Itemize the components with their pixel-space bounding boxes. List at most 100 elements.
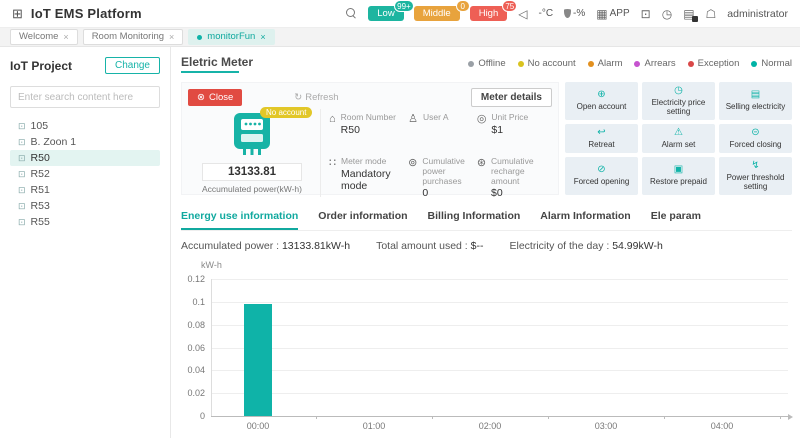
action-button-grid: ⊕ Open account ◷ Electricity price setting ▤… [565, 82, 792, 195]
cart-icon: ⊚ [408, 157, 418, 169]
sidebar: IoT Project Change ⊡ 105 ⊡ B. Zoon 1 ⊡ R50 ⊡ R5… [0, 47, 171, 438]
legend-dot [468, 60, 475, 67]
gridline [211, 347, 788, 349]
gridline [211, 324, 788, 326]
field-value: $1 [491, 123, 504, 136]
action-label: Forced closing [729, 139, 782, 149]
y-tick-label: 0.04 [187, 365, 205, 376]
summary-row: Accumulated power : 13133.81kW-h Total am… [181, 240, 792, 252]
legend-exception: Exception [687, 58, 739, 69]
tree-item-b-zoon-1[interactable]: ⊡ B. Zoon 1 [10, 134, 160, 150]
alarm-set-button[interactable]: ⚠ Alarm set [642, 124, 715, 153]
summary-value: $-- [470, 240, 484, 252]
selling-electricity-button[interactable]: ▤ Selling electricity [719, 82, 792, 121]
power-threshold-icon: ↯ [751, 159, 760, 171]
retreat-button[interactable]: ↩ Retreat [565, 124, 638, 153]
alarm-badge-label: Middle [422, 8, 451, 19]
app-header: ⊞ IoT EMS Platform Low 99+ Middle 0 High 75 ◁… [0, 0, 800, 28]
y-tick-label: 0 [199, 411, 205, 421]
tab-energy-use-information[interactable]: Energy use information [181, 206, 299, 230]
tree-item-r50[interactable]: ⊡ R50 [10, 150, 160, 166]
forced-closing-button[interactable]: ⊝ Forced closing [719, 124, 792, 153]
tab-order-information[interactable]: Order information [318, 206, 407, 230]
tree-item-r51[interactable]: ⊡ R51 [10, 182, 160, 198]
breadcrumb-tab-room-monitoring[interactable]: Room Monitoring × [82, 29, 184, 45]
breadcrumb-tab-welcome[interactable]: Welcome × [10, 29, 78, 45]
refresh-icon: ↻ [294, 92, 303, 103]
summary-value: 54.99kW-h [612, 240, 663, 252]
field-meter-mode: ∷ Meter mode Mandatory mode [329, 153, 404, 197]
mute-icon[interactable]: ◁ [518, 8, 527, 20]
coins-icon: ◎ [476, 113, 487, 125]
field-text: Meter mode Mandatory mode [341, 156, 404, 192]
theme-layers-icon[interactable]: ▤ [683, 8, 698, 22]
summary-label: Total amount used : [376, 240, 471, 252]
close-tab-icon[interactable]: × [260, 31, 265, 43]
skin-icon[interactable]: ☖ [706, 8, 717, 20]
field-text: Cumulative power purchases 0 [422, 156, 472, 199]
x-axis-tick [548, 416, 549, 419]
y-tick-label: 0.06 [187, 342, 205, 353]
alarm-badge-high[interactable]: High 75 [469, 0, 518, 21]
restore-prepaid-button[interactable]: ▣ Restore prepaid [642, 156, 715, 195]
electricity-price-setting-button[interactable]: ◷ Electricity price setting [642, 82, 715, 121]
meter-details-button[interactable]: Meter details [470, 88, 552, 107]
app-qr-button[interactable]: ▦ APP [596, 8, 629, 20]
breadcrumb-tab-monitorfun[interactable]: monitorFun × [188, 29, 275, 45]
y-tick-label: 0.02 [187, 388, 205, 399]
tab-billing-information[interactable]: Billing Information [428, 206, 521, 230]
summary-value: 13133.81kW-h [281, 240, 351, 252]
close-button[interactable]: ⊗ Close [188, 89, 243, 106]
y-axis-line [211, 279, 212, 416]
action-label: Alarm set [661, 139, 696, 149]
humidity-indicator: -% [564, 8, 585, 19]
refresh-button[interactable]: ↻ Refresh [294, 92, 338, 103]
legend-alarm: Alarm [587, 58, 622, 69]
project-tree: ⊡ 105 ⊡ B. Zoon 1 ⊡ R50 ⊡ R52 ⊡ R51 ⊡ R53 ⊡ R55 [10, 118, 160, 230]
meter-node-icon: ⊡ [18, 120, 26, 131]
tab-ele-param[interactable]: Ele param [651, 206, 701, 230]
tree-item-r52[interactable]: ⊡ R52 [10, 166, 160, 182]
field-label: Cumulative recharge amount [491, 156, 534, 186]
change-button[interactable]: Change [104, 57, 160, 74]
legend-no-account: No account [517, 58, 576, 69]
tree-item-105[interactable]: ⊡ 105 [10, 118, 160, 134]
fullscreen-icon[interactable]: ⊡ [641, 8, 651, 20]
room-icon: ⌂ [329, 113, 336, 125]
alarm-badge-group: Low 99+ Middle 0 High 75 [368, 0, 518, 21]
tab-alarm-information[interactable]: Alarm Information [540, 206, 630, 230]
app-title: IoT EMS Platform [30, 6, 142, 21]
clock-icon[interactable]: ◷ [662, 8, 672, 20]
tree-item-r55[interactable]: ⊡ R55 [10, 214, 160, 230]
search-input[interactable] [10, 86, 160, 108]
meter-visual-column: No account 13133.81 Accumulated power(kW… [188, 107, 316, 197]
action-label: Power threshold setting [726, 172, 785, 191]
tree-item-label: R53 [30, 200, 50, 212]
alarm-badge-low[interactable]: Low 99+ [368, 0, 414, 21]
info-tabs: Energy use information Order information B… [181, 206, 792, 231]
close-tab-icon[interactable]: × [169, 31, 174, 43]
open-account-button[interactable]: ⊕ Open account [565, 82, 638, 121]
field-label: Meter mode [341, 156, 387, 166]
search-icon[interactable] [346, 8, 357, 19]
tree-item-label: R52 [30, 168, 50, 180]
alarm-badge-middle[interactable]: Middle 0 [413, 0, 470, 21]
alarm-badge-count: 0 [455, 0, 470, 12]
power-threshold-setting-button[interactable]: ↯ Power threshold setting [719, 156, 792, 195]
gridline [211, 279, 788, 280]
menu-icon[interactable]: ⊞ [12, 6, 23, 22]
header-toolbar: Low 99+ Middle 0 High 75 ◁ -°C -% ▦ APP ⊡ ◷ ▤ … [346, 0, 788, 22]
field-text: Unit Price $1 [491, 112, 528, 136]
gridline [211, 393, 788, 395]
field-cumulative-recharge-amount: ⊛ Cumulative recharge amount $0 [477, 153, 552, 199]
field-label: Cumulative power purchases [422, 156, 465, 186]
summary-label: Electricity of the day : [509, 240, 613, 252]
meter-fields: ⌂ Room Number R50 ♙ User A ◎ Unit Price $1 ∷ Mete… [320, 109, 552, 199]
forced-opening-button[interactable]: ⊘ Forced opening [565, 156, 638, 195]
tree-item-label: B. Zoon 1 [30, 136, 77, 148]
user-menu[interactable]: administrator [727, 8, 788, 20]
legend-normal: Normal [751, 58, 792, 69]
tree-item-r53[interactable]: ⊡ R53 [10, 198, 160, 214]
close-tab-icon[interactable]: × [63, 31, 68, 43]
field-user-a: ♙ User A [408, 109, 473, 153]
